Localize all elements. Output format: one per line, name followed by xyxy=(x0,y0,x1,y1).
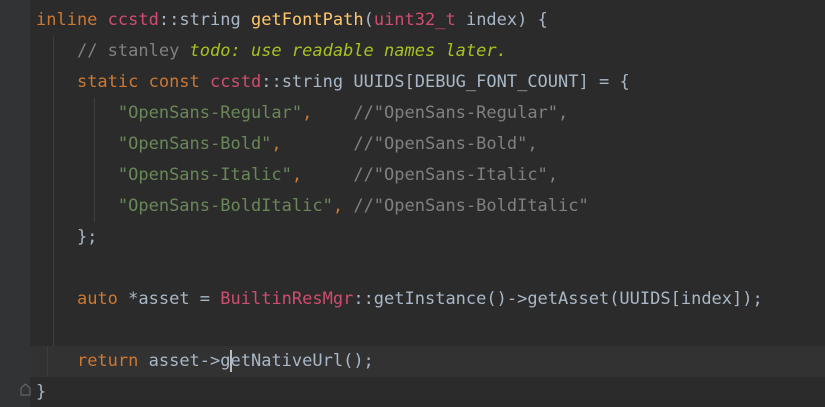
indent-guide xyxy=(53,129,55,160)
code-line[interactable]: "OpenSans-BoldItalic", //"OpenSans-BoldI… xyxy=(36,191,825,222)
code-token: , xyxy=(291,165,303,185)
indent-guide xyxy=(94,160,96,191)
code-token: inline xyxy=(36,10,98,30)
code-line[interactable]: // stanley todo: use readable names late… xyxy=(36,36,825,67)
code-line[interactable]: }; xyxy=(36,222,825,253)
code-line[interactable]: "OpenSans-Regular", //"OpenSans-Regular"… xyxy=(36,98,825,129)
code-token: *asset = xyxy=(117,289,221,309)
code-token: todo: use readable names later. xyxy=(189,41,507,61)
editor-gutter[interactable] xyxy=(0,0,31,407)
code-token: return xyxy=(76,351,139,371)
code-line[interactable]: } xyxy=(36,377,825,407)
code-token: uint32_t xyxy=(373,10,456,30)
code-token: ::string xyxy=(158,10,251,30)
code-token: }; xyxy=(36,227,98,247)
code-token: //"OpenSans-BoldItalic" xyxy=(353,196,589,216)
indent-guide xyxy=(53,98,55,129)
code-token: , xyxy=(271,134,282,154)
code-line[interactable]: return asset->getNativeUrl(); xyxy=(30,346,825,377)
code-token: BuiltinResMgr xyxy=(220,289,354,309)
code-token: , xyxy=(302,103,313,123)
code-line[interactable] xyxy=(36,253,825,284)
code-token: "OpenSans-Regular" xyxy=(117,103,303,123)
code-token: //"OpenSans-Italic", xyxy=(353,165,559,185)
indent-guide xyxy=(94,129,96,160)
code-token: ::getInstance()->getAsset(UUIDS[index]); xyxy=(353,289,763,309)
indent-guide xyxy=(53,284,55,315)
fold-marker-icon[interactable] xyxy=(20,383,31,396)
code-token: //"OpenSans-Regular", xyxy=(353,103,569,123)
indent-guide xyxy=(47,346,49,377)
code-line[interactable]: auto *asset = BuiltinResMgr::getInstance… xyxy=(36,284,825,315)
code-token: getFontPath xyxy=(250,10,364,30)
code-token: ( xyxy=(363,10,374,30)
code-token: index) { xyxy=(455,10,548,30)
indent-guide xyxy=(94,191,96,222)
indent-guide xyxy=(53,315,55,346)
indent-guide xyxy=(94,98,96,129)
code-token: "OpenSans-Italic" xyxy=(117,165,292,185)
code-token: etNativeUrl(); xyxy=(230,351,374,371)
code-token: , xyxy=(332,196,344,216)
code-token: ccstd xyxy=(107,10,159,30)
code-area[interactable]: inline ccstd::string getFontPath(uint32_… xyxy=(30,5,825,407)
code-line[interactable]: "OpenSans-Bold", //"OpenSans-Bold", xyxy=(36,129,825,160)
code-token: //"OpenSans-Bold", xyxy=(353,134,538,154)
indent-guide xyxy=(53,253,55,284)
code-token: static const xyxy=(76,72,200,92)
code-token: ccstd xyxy=(210,72,262,92)
code-token: ::string UUIDS[DEBUG_FONT_COUNT] = { xyxy=(261,72,630,92)
code-editor[interactable]: inline ccstd::string getFontPath(uint32_… xyxy=(0,0,825,407)
indent-guide xyxy=(53,222,55,253)
code-line[interactable] xyxy=(36,315,825,346)
indent-guide xyxy=(53,67,55,98)
code-token: // stanley xyxy=(76,41,190,61)
code-token: "OpenSans-BoldItalic" xyxy=(117,196,333,216)
indent-guide xyxy=(53,160,55,191)
indent-guide xyxy=(53,191,55,222)
indent-guide xyxy=(53,36,55,67)
code-token: auto xyxy=(76,289,118,309)
code-token: } xyxy=(36,382,47,402)
code-token: "OpenSans-Bold" xyxy=(117,134,272,154)
code-line[interactable]: static const ccstd::string UUIDS[DEBUG_F… xyxy=(36,67,825,98)
code-token: asset->g xyxy=(138,351,231,371)
code-line[interactable]: "OpenSans-Italic", //"OpenSans-Italic", xyxy=(36,160,825,191)
code-line[interactable]: inline ccstd::string getFontPath(uint32_… xyxy=(36,5,825,36)
